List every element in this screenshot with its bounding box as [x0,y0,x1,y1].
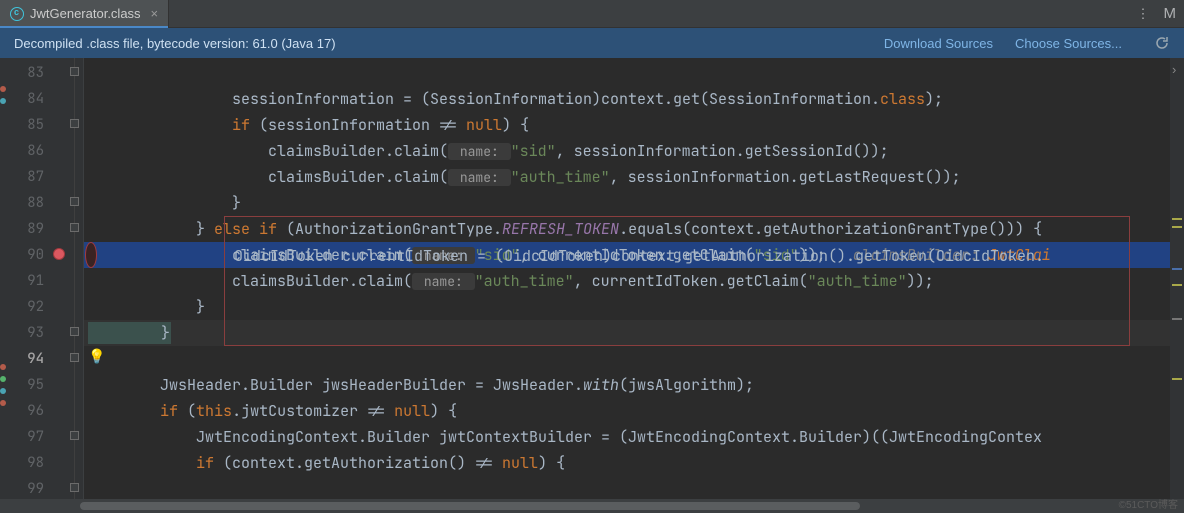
code-line [84,346,1170,372]
fold-gutter[interactable]: 💡 [66,58,84,499]
code-line: } [84,294,1170,320]
editor-tabbar: JwtGenerator.class × ⋮ M [0,0,1184,28]
left-fringe [0,58,6,499]
code-line: sessionInformation = (SessionInformation… [84,86,1170,112]
code-area[interactable]: sessionInformation = (SessionInformation… [84,58,1170,499]
file-tab[interactable]: JwtGenerator.class × [0,0,169,27]
code-line: if (context.getAuthorization() != null) … [84,450,1170,476]
watermark: ©51CTO博客 [1119,496,1178,511]
code-line: } [84,190,1170,216]
code-line: if (this.jwtCustomizer != null) { [84,398,1170,424]
code-line: claimsBuilder.claim( name: "auth_time", … [84,164,1170,190]
chevron-right-icon[interactable]: › [1172,62,1176,77]
code-line: claimsBuilder.claim( name: "sid", sessio… [84,138,1170,164]
scrollbar-thumb[interactable] [80,502,860,510]
breakpoint-gutter[interactable] [52,58,66,499]
code-line: JwtEncodingContext.Builder jwtContextBui… [84,424,1170,450]
refresh-icon[interactable] [1154,35,1170,51]
tabbar-actions: ⋮ M [1137,0,1184,27]
code-line: } [84,320,1170,346]
tabbar-letter: M [1164,5,1177,22]
download-sources-link[interactable]: Download Sources [884,36,993,51]
code-line: OidcIdToken currentIdToken = (OidcIdToke… [85,242,97,268]
code-line [84,60,1170,86]
kebab-menu-icon[interactable]: ⋮ [1137,6,1150,22]
code-line: JwsHeader.Builder jwsHeaderBuilder = Jws… [84,372,1170,398]
close-tab-icon[interactable]: × [151,6,159,21]
tab-filename: JwtGenerator.class [30,6,141,21]
choose-sources-link[interactable]: Choose Sources... [1015,36,1122,51]
class-file-icon [10,7,24,21]
decompiled-banner: Decompiled .class file, bytecode version… [0,28,1184,58]
code-line: } else if (AuthorizationGrantType.REFRES… [84,216,1170,242]
code-line: claimsBuilder.claim( name: "auth_time", … [84,268,1170,294]
code-line: if (sessionInformation != null) { [84,112,1170,138]
line-number-gutter: 8384858687888990919293949596979899 [0,58,52,499]
horizontal-scrollbar[interactable] [0,499,1184,513]
error-stripe[interactable]: › [1170,58,1184,499]
banner-text: Decompiled .class file, bytecode version… [14,36,336,51]
code-editor[interactable]: 8384858687888990919293949596979899 💡 ses… [0,58,1184,499]
